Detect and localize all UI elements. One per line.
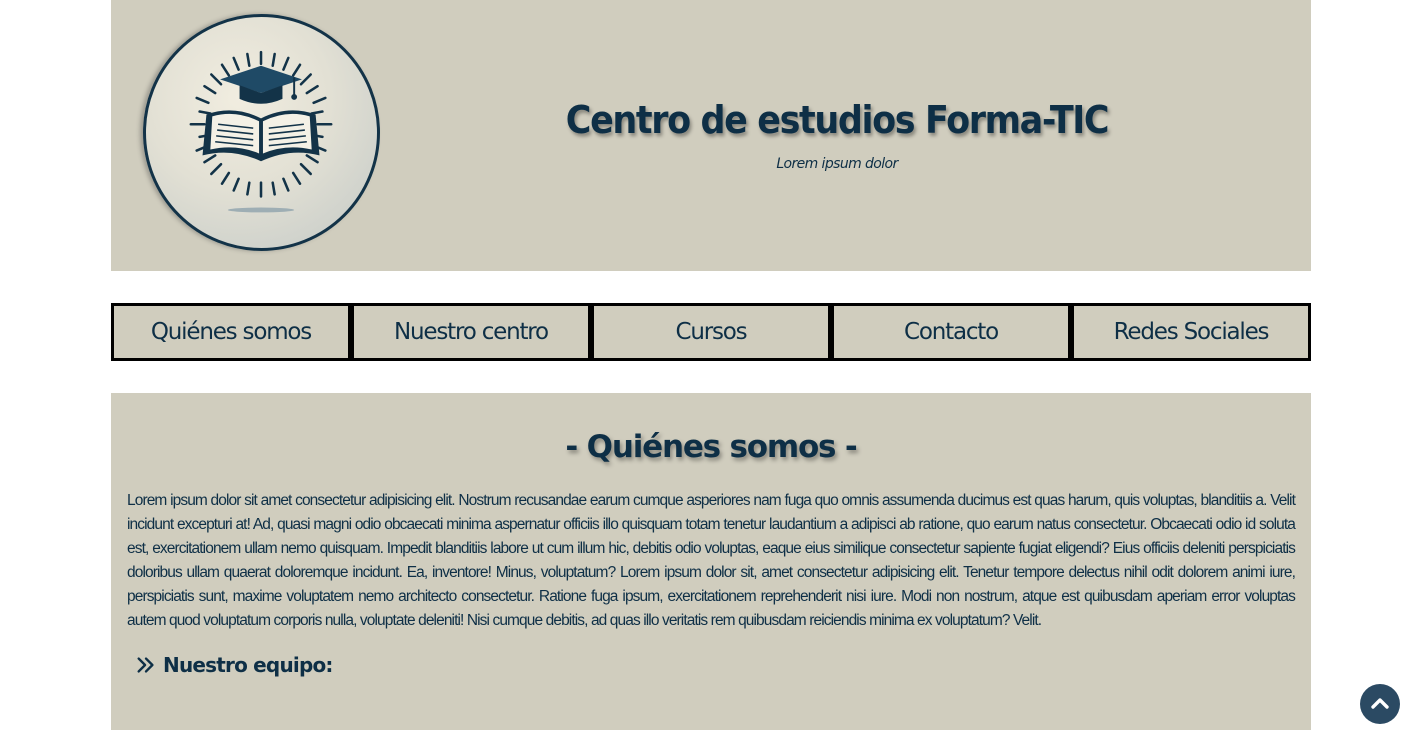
nav-item-nuestro-centro[interactable]: Nuestro centro xyxy=(351,303,591,361)
logo-graduation-cap-book-icon xyxy=(143,14,380,251)
nav-item-cursos[interactable]: Cursos xyxy=(591,303,831,361)
chevron-up-icon xyxy=(1371,698,1389,709)
main-nav: Quiénes somos Nuestro centro Cursos Cont… xyxy=(111,303,1311,361)
nav-item-quienes-somos[interactable]: Quiénes somos xyxy=(111,303,351,361)
logo-graphic xyxy=(189,50,333,213)
scroll-to-top-button[interactable] xyxy=(1360,684,1400,724)
team-heading: Nuestro equipo: xyxy=(135,651,333,679)
site-subtitle: Lorem ipsum dolor xyxy=(776,156,898,172)
site-title: Centro de estudios Forma-TIC xyxy=(565,98,1110,142)
site-header: Centro de estudios Forma-TIC Lorem ipsum… xyxy=(111,0,1311,271)
section-title: - Quiénes somos - xyxy=(565,429,857,465)
about-paragraph: Lorem ipsum dolor sit amet consectetur a… xyxy=(127,492,1296,629)
nav-item-contacto[interactable]: Contacto xyxy=(831,303,1071,361)
nav-item-redes-sociales[interactable]: Redes Sociales xyxy=(1071,303,1311,361)
about-section: - Quiénes somos - Lorem ipsum dolor sit … xyxy=(111,393,1311,730)
page: Centro de estudios Forma-TIC Lorem ipsum… xyxy=(0,0,1420,730)
team-heading-label: Nuestro equipo: xyxy=(163,653,333,677)
double-chevron-right-icon xyxy=(137,657,154,673)
